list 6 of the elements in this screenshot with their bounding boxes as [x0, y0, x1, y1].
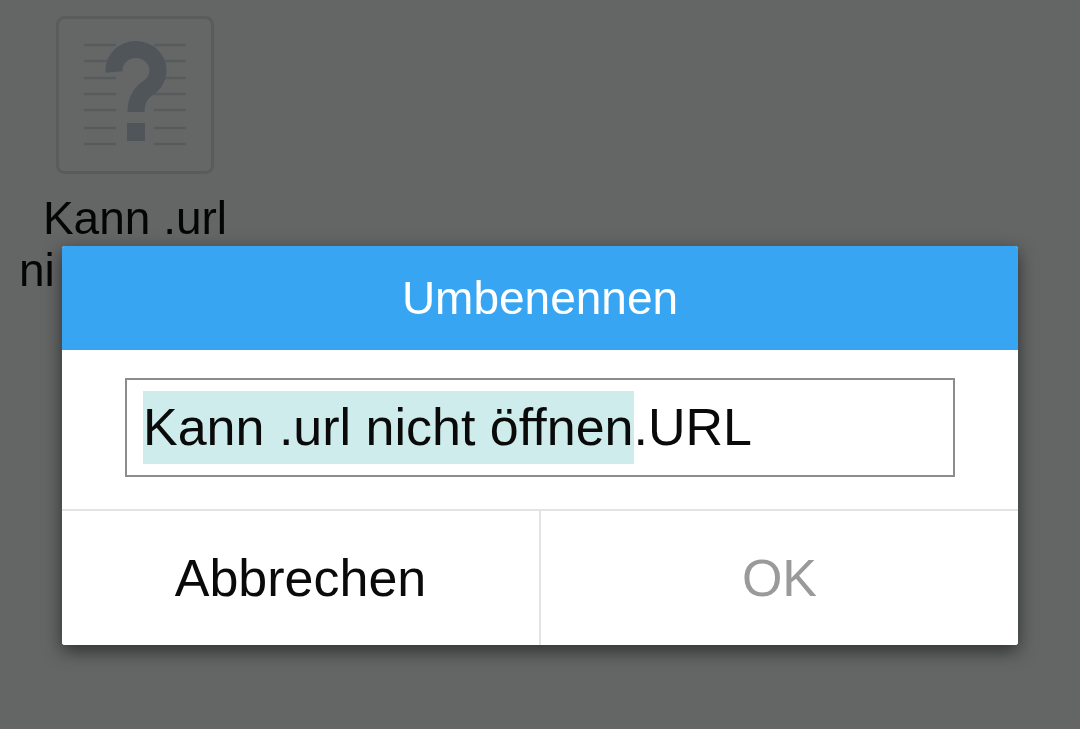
- file-label: ni: [19, 244, 55, 296]
- cancel-button[interactable]: Abbrechen: [62, 511, 539, 645]
- selected-text: Kann .url nicht öffnen: [143, 391, 634, 464]
- dialog-title: Umbenennen: [401, 271, 679, 325]
- filename-input-field[interactable]: Kann .url nicht öffnen.URL: [125, 378, 955, 477]
- file-label: Kann .url: [42, 192, 228, 244]
